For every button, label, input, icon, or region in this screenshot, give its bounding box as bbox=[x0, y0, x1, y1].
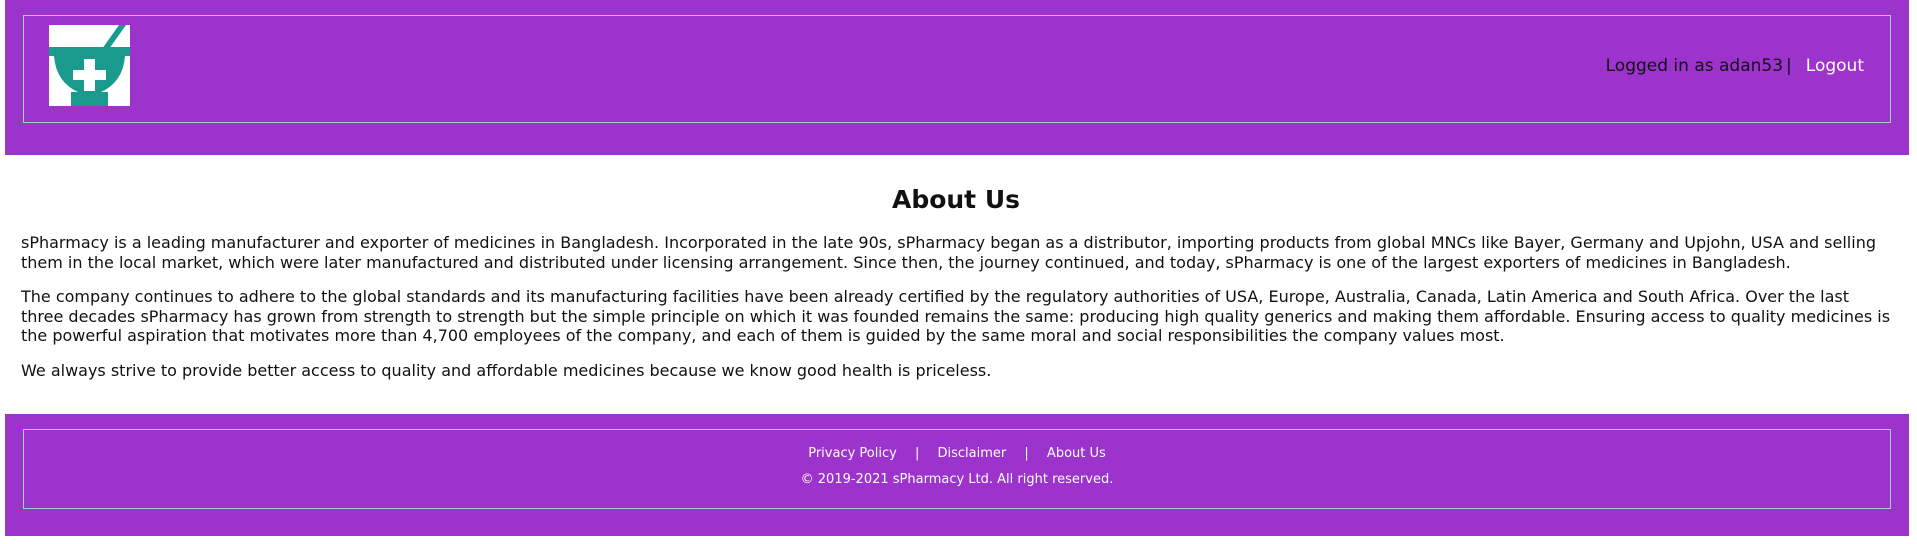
header-frame: Logged in as adan53 | Logout bbox=[23, 15, 1891, 123]
page-title: About Us bbox=[891, 185, 1021, 214]
logged-in-label: Logged in as adan53 bbox=[1605, 56, 1784, 76]
header-separator: | bbox=[1786, 56, 1792, 76]
user-status: Logged in as adan53 | Logout bbox=[1606, 56, 1864, 76]
mortar-pestle-cross-icon[interactable] bbox=[49, 25, 130, 106]
about-us-link[interactable]: About Us bbox=[1047, 446, 1106, 461]
about-paragraph-2: The company continues to adhere to the g… bbox=[21, 287, 1891, 345]
footer-separator: | bbox=[914, 446, 920, 461]
logout-link[interactable]: Logout bbox=[1806, 56, 1864, 76]
copyright-text: © 2019-2021 sPharmacy Ltd. All right res… bbox=[800, 472, 1114, 487]
site-footer: Privacy Policy | Disclaimer | About Us ©… bbox=[5, 414, 1909, 536]
footer-separator: | bbox=[1024, 446, 1029, 461]
about-paragraph-1: sPharmacy is a leading manufacturer and … bbox=[21, 233, 1876, 272]
footer-frame: Privacy Policy | Disclaimer | About Us ©… bbox=[23, 429, 1891, 509]
about-paragraph-3: We always strive to provide better acces… bbox=[21, 360, 992, 380]
disclaimer-link[interactable]: Disclaimer bbox=[938, 446, 1007, 461]
main-content: About Us sPharmacy is a leading manufact… bbox=[21, 185, 1891, 395]
privacy-policy-link[interactable]: Privacy Policy bbox=[808, 446, 897, 461]
site-header: Logged in as adan53 | Logout bbox=[5, 0, 1909, 155]
footer-nav: Privacy Policy | Disclaimer | About Us bbox=[24, 445, 1890, 463]
